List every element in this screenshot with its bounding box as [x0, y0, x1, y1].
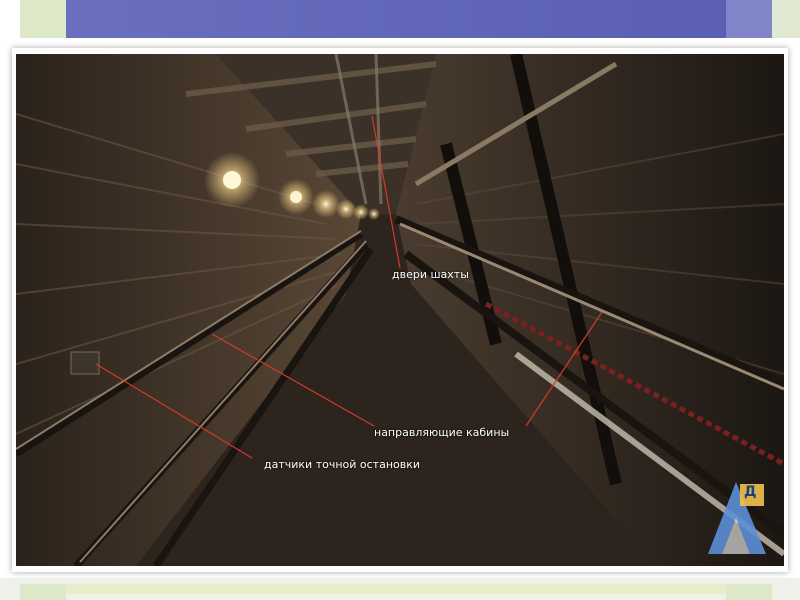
- header-right-square: [726, 0, 772, 38]
- label-stop-sensors: датчики точной остановки: [264, 458, 421, 471]
- footer-right-square: [726, 584, 772, 600]
- logo-letter: Д: [744, 484, 757, 500]
- triangle-a-logo: Д: [706, 478, 770, 558]
- elevator-shaft-photo: двери шахты направляющие кабины датчики …: [16, 54, 784, 566]
- label-shaft-doors: двери шахты: [392, 268, 469, 281]
- footer-left-square: [20, 584, 66, 600]
- header-left-square: [20, 0, 66, 38]
- shaft-illustration: [16, 54, 784, 566]
- logo-icon: [708, 482, 766, 554]
- header-end-square: [772, 0, 800, 38]
- header-band: [66, 0, 726, 38]
- label-car-guides: направляющие кабины: [374, 426, 510, 439]
- footer-band: [66, 584, 726, 594]
